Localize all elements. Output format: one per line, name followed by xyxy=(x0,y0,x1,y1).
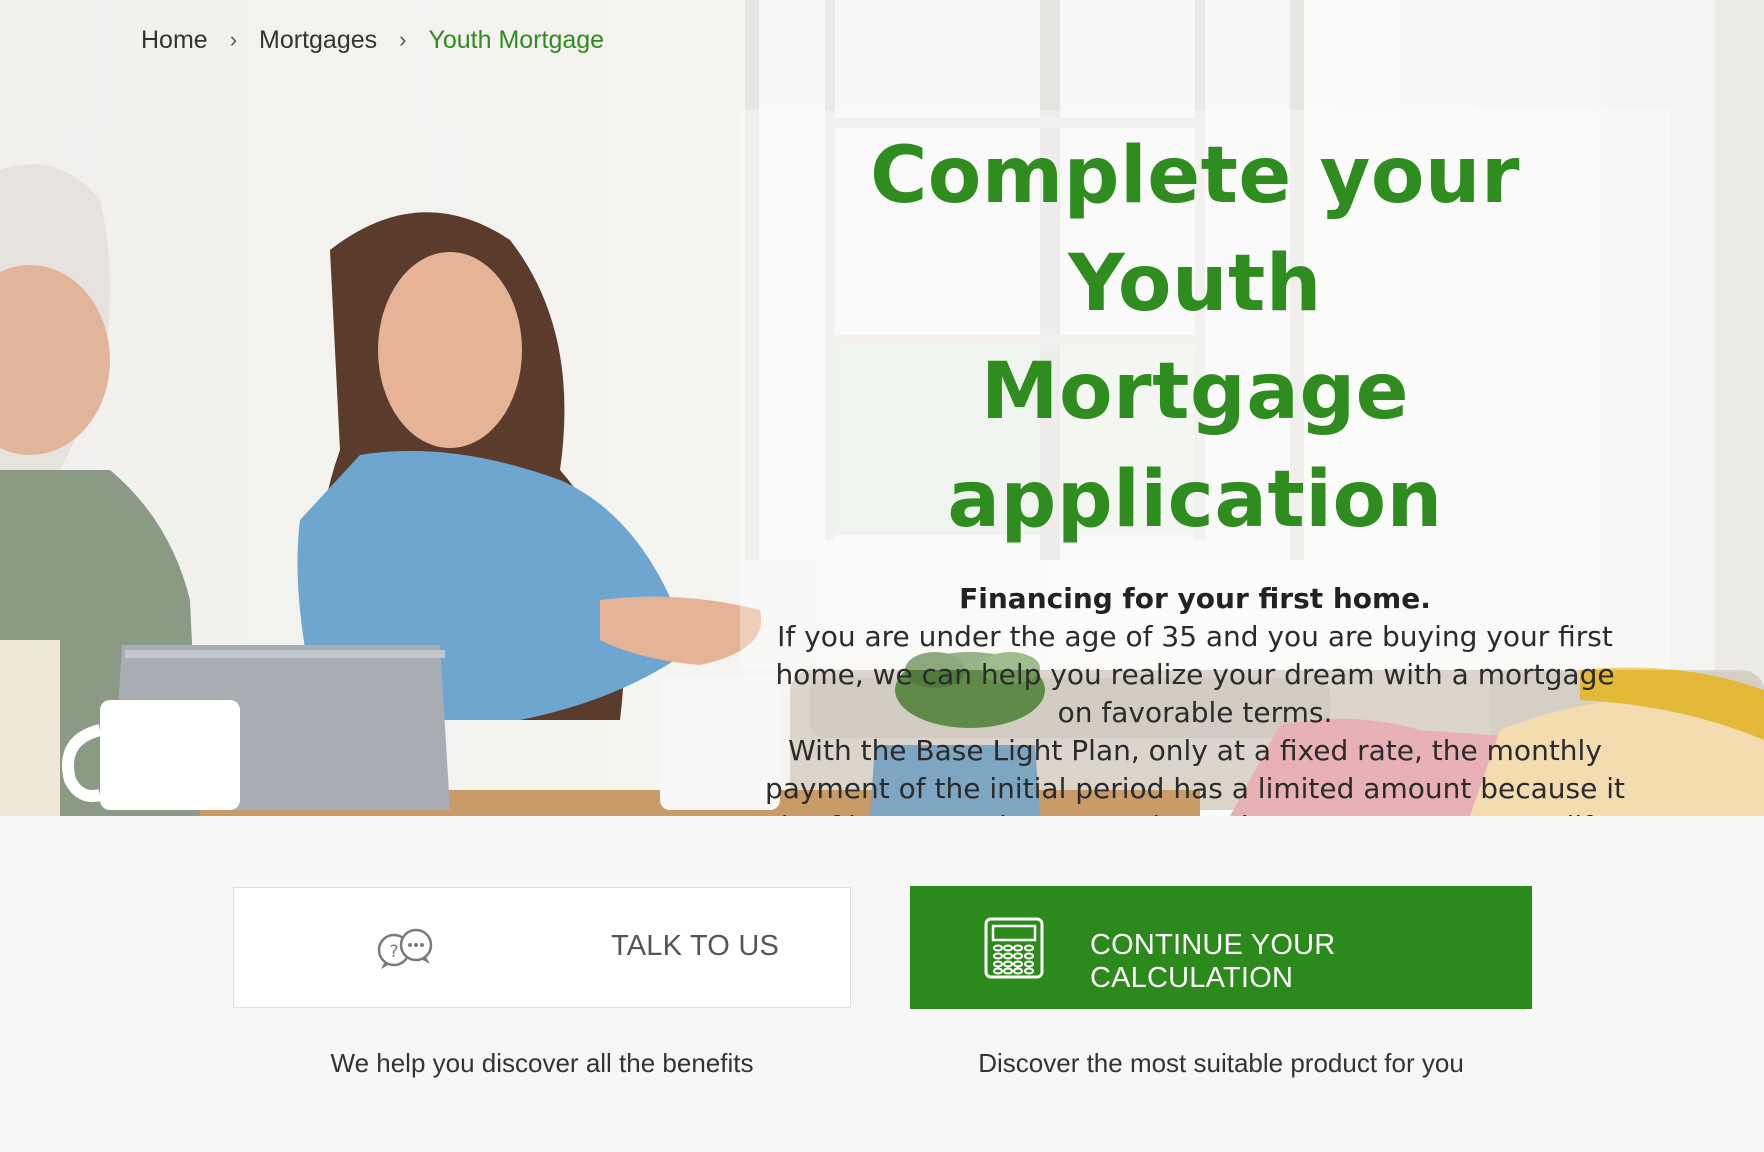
talk-to-us-button[interactable]: ? TALK TO US xyxy=(233,887,851,1008)
hero-paragraph-1: If you are under the age of 35 and you a… xyxy=(775,620,1615,729)
page-title: Complete your Youth Mortgage application xyxy=(760,122,1630,554)
chat-bubbles-icon: ? xyxy=(374,928,436,974)
chevron-right-icon: › xyxy=(399,27,407,52)
page-title-line1: Complete your Youth xyxy=(870,131,1520,329)
hero-description: If you are under the age of 35 and you a… xyxy=(760,618,1630,816)
continue-calculation-label: CONTINUE YOUR CALCULATION xyxy=(1090,929,1336,994)
chevron-right-icon: › xyxy=(229,27,238,52)
breadcrumb-home[interactable]: Home xyxy=(141,26,208,55)
talk-to-us-label: TALK TO US xyxy=(611,930,779,962)
svg-text:?: ? xyxy=(389,942,398,962)
breadcrumb-mortgages[interactable]: Mortgages xyxy=(259,26,377,55)
page-title-line2: Mortgage application xyxy=(947,347,1443,545)
hero-paragraph-2: With the Base Light Plan, only at a fixe… xyxy=(764,734,1625,816)
continue-calculation-caption: Discover the most suitable product for y… xyxy=(978,1048,1464,1078)
hero-banner: Home › Mortgages › Youth Mortgage Comple… xyxy=(0,0,1764,816)
continue-calculation-button[interactable]: CONTINUE YOUR CALCULATION xyxy=(910,886,1532,1009)
hero-text: Complete your Youth Mortgage application… xyxy=(760,122,1630,816)
talk-to-us-caption: We help you discover all the benefits xyxy=(330,1048,754,1078)
calculator-icon xyxy=(984,917,1044,983)
breadcrumb: Home › Mortgages › Youth Mortgage xyxy=(141,22,604,58)
breadcrumb-current: Youth Mortgage xyxy=(428,25,605,54)
hero-subtitle: Financing for your first home. xyxy=(959,582,1431,615)
